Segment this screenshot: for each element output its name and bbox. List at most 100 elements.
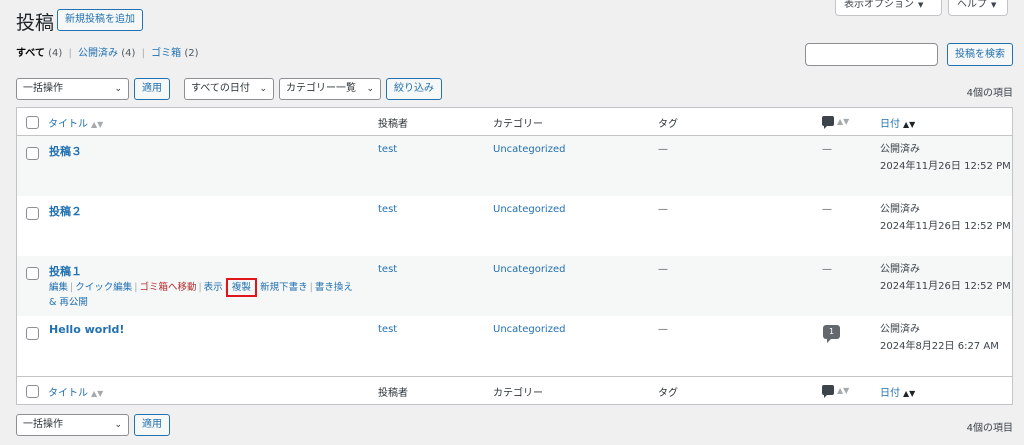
row-checkbox[interactable]	[26, 147, 39, 160]
row-checkbox[interactable]	[26, 267, 39, 280]
post-date: 2024年11月26日 12:52 PM	[880, 161, 1011, 172]
post-title-link[interactable]: Hello world!	[49, 323, 124, 336]
new-draft-link[interactable]: 新規下書き	[260, 282, 308, 293]
view-trash-link[interactable]: ゴミ箱	[151, 48, 181, 59]
separator: |	[68, 48, 72, 59]
comment-count-bubble[interactable]: 1	[823, 325, 840, 343]
column-date-sortable[interactable]: 日付 ▲▼	[880, 384, 915, 399]
apply-button-bottom[interactable]: 適用	[134, 414, 170, 436]
post-date: 2024年8月22日 6:27 AM	[880, 341, 999, 352]
column-title-sortable[interactable]: タイトル ▲▼	[48, 384, 103, 399]
view-all-link[interactable]: すべて	[16, 48, 45, 59]
column-author: 投稿者	[378, 388, 408, 399]
chevron-down-icon: ⌄	[366, 84, 374, 94]
view-published-link[interactable]: 公開済み	[78, 48, 118, 59]
date-filter-value: すべての日付	[191, 83, 250, 94]
post-title-link[interactable]: 投稿３	[49, 143, 82, 159]
column-date-sortable[interactable]: 日付 ▲▼	[880, 115, 915, 130]
post-author-link[interactable]: test	[378, 204, 397, 215]
caret-down-icon: ▼	[918, 1, 924, 9]
post-author-link[interactable]: test	[378, 264, 397, 275]
screen-options-label: 表示オプション	[844, 0, 914, 10]
post-status: 公開済み	[880, 324, 920, 335]
view-link[interactable]: 表示	[204, 282, 223, 293]
post-status: 公開済み	[880, 204, 920, 215]
trash-link[interactable]: ゴミ箱へ移動	[139, 282, 196, 293]
caret-down-icon: ▼	[991, 1, 997, 9]
post-status: 公開済み	[880, 264, 920, 275]
table-footer: タイトル ▲▼ 投稿者 カテゴリー タグ ▲▼ 日付 ▲▼	[17, 376, 1012, 404]
column-title-label: タイトル	[48, 119, 88, 130]
column-title-sortable[interactable]: タイトル ▲▼	[48, 115, 103, 130]
apply-button-top[interactable]: 適用	[134, 78, 170, 100]
view-trash-count: (2)	[184, 48, 199, 59]
column-title-label: タイトル	[48, 388, 88, 399]
bulk-actions-value: 一括操作	[23, 419, 63, 430]
screen-options-tab[interactable]: 表示オプション ▼	[835, 0, 942, 16]
date-filter-select[interactable]: すべての日付 ⌄	[184, 78, 274, 100]
search-posts-button[interactable]: 投稿を検索	[947, 43, 1013, 66]
category-filter-select[interactable]: カテゴリー一覧 ⌄	[279, 78, 381, 100]
quick-edit-link[interactable]: クイック編集	[75, 282, 132, 293]
row-checkbox[interactable]	[26, 327, 39, 340]
post-comments: —	[822, 264, 832, 275]
add-new-post-button[interactable]: 新規投稿を追加	[57, 9, 143, 31]
post-category-link[interactable]: Uncategorized	[493, 204, 565, 215]
post-author-link[interactable]: test	[378, 144, 397, 155]
table-row: 投稿３ test Uncategorized — — 公開済み 2024年11月…	[17, 136, 1012, 196]
select-all-checkbox[interactable]	[26, 116, 39, 129]
separator: |	[70, 282, 74, 293]
sort-icon: ▲▼	[837, 386, 850, 395]
edit-link[interactable]: 編集	[49, 282, 68, 293]
search-posts-input[interactable]	[805, 43, 938, 66]
column-author: 投稿者	[378, 119, 408, 130]
post-title-link[interactable]: 投稿２	[49, 203, 82, 219]
chevron-down-icon: ⌄	[259, 84, 267, 94]
items-count-top: 4個の項目	[966, 88, 1013, 99]
filter-button[interactable]: 絞り込み	[386, 78, 442, 100]
help-tab[interactable]: ヘルプ ▼	[948, 0, 1008, 16]
column-categories: カテゴリー	[493, 119, 543, 130]
column-tags: タグ	[658, 119, 678, 130]
column-comments-sortable[interactable]: ▲▼	[822, 385, 850, 398]
sort-desc-icon: ▲▼	[903, 389, 916, 398]
post-date: 2024年11月26日 12:52 PM	[880, 281, 1011, 292]
separator: |	[254, 282, 259, 293]
post-tags: —	[658, 324, 668, 335]
bulk-actions-value: 一括操作	[23, 83, 63, 94]
view-all-count: (4)	[48, 48, 63, 59]
chevron-down-icon: ⌄	[114, 420, 122, 430]
duplicate-link[interactable]: 複製	[225, 278, 257, 297]
column-tags: タグ	[658, 388, 678, 399]
post-title-link[interactable]: 投稿１	[49, 263, 82, 279]
post-tags: —	[658, 264, 668, 275]
post-category-link[interactable]: Uncategorized	[493, 324, 565, 335]
sort-icon: ▲▼	[91, 120, 104, 129]
post-author-link[interactable]: test	[378, 324, 397, 335]
post-category-link[interactable]: Uncategorized	[493, 264, 565, 275]
sort-desc-icon: ▲▼	[903, 120, 916, 129]
help-label: ヘルプ	[957, 0, 987, 10]
separator: |	[224, 282, 228, 293]
column-date-label: 日付	[880, 119, 900, 130]
bulk-actions-select-bottom[interactable]: 一括操作 ⌄	[16, 414, 129, 436]
table-row: 投稿１ 編集 | クイック編集 | ゴミ箱へ移動 | 表示 | 複製 | 新規下書き | 書き換え & …	[17, 256, 1012, 316]
column-comments-sortable[interactable]: ▲▼	[822, 116, 850, 129]
select-all-checkbox-bottom[interactable]	[26, 385, 39, 398]
separator: |	[134, 282, 138, 293]
post-date: 2024年11月26日 12:52 PM	[880, 221, 1011, 232]
bulk-actions-select-top[interactable]: 一括操作 ⌄	[16, 78, 129, 100]
post-tags: —	[658, 144, 668, 155]
view-published-count: (4)	[121, 48, 136, 59]
separator: |	[309, 282, 313, 293]
column-categories: カテゴリー	[493, 388, 543, 399]
row-checkbox[interactable]	[26, 207, 39, 220]
table-row: Hello world! test Uncategorized — 1 公開済み…	[17, 316, 1012, 376]
post-tags: —	[658, 204, 668, 215]
post-category-link[interactable]: Uncategorized	[493, 144, 565, 155]
items-count-bottom: 4個の項目	[966, 423, 1013, 434]
page-title: 投稿	[16, 12, 55, 34]
posts-table: タイトル ▲▼ 投稿者 カテゴリー タグ ▲▼ 日付 ▲▼ 投稿３ test Unc…	[16, 107, 1013, 405]
sort-icon: ▲▼	[837, 117, 850, 126]
post-comments: —	[822, 204, 832, 215]
